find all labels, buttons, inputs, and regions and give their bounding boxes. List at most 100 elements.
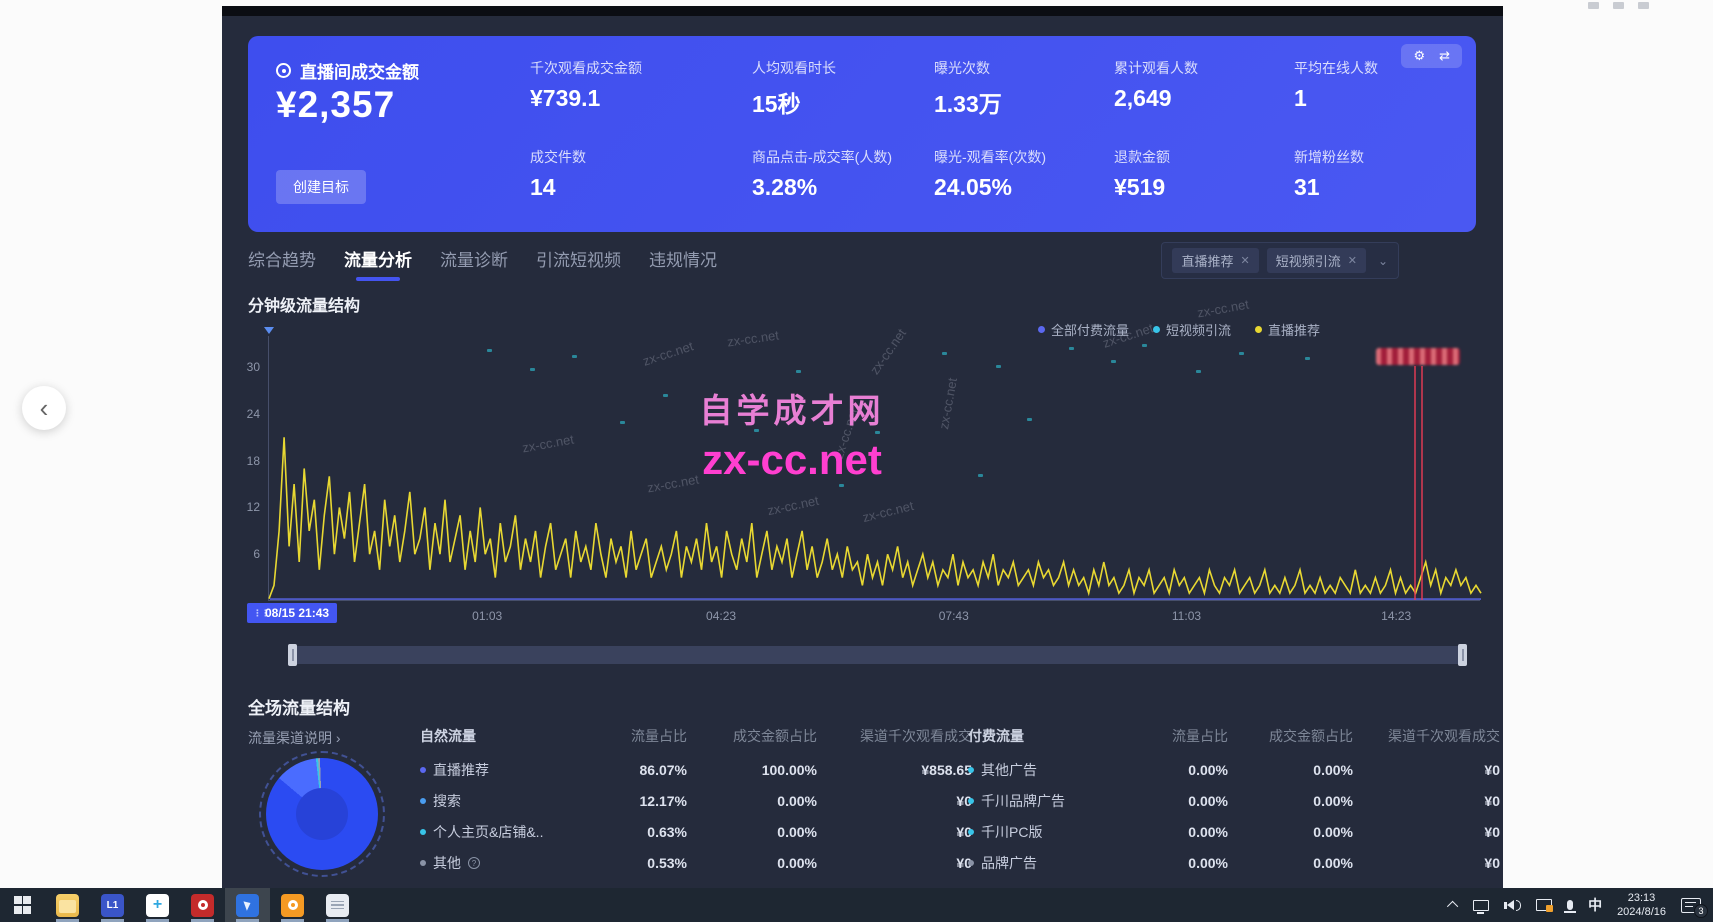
desktop: ‹ 直播间成交金额 ¥2,357 创建目标 千次观看成交金额¥739.1人均观看… — [0, 0, 1713, 922]
kpi-title-row: 直播间成交金额 — [276, 58, 419, 83]
row-value: 0.00% — [687, 824, 817, 840]
volume-icon[interactable] — [1504, 900, 1521, 911]
watermark-title: 自学成才网 — [652, 384, 932, 432]
kpi-metric: 累计观看人数2,649 — [1114, 58, 1294, 119]
row-value: 0.00% — [1128, 793, 1228, 809]
row-label: 搜索 — [433, 791, 461, 811]
kpi-metric-value: 14 — [530, 174, 752, 201]
row-value: ¥0 — [817, 793, 972, 809]
y-axis-tick: 30 — [247, 360, 260, 374]
shortvideo-blip — [1069, 347, 1074, 350]
tab-5[interactable]: 违规情况 — [649, 246, 717, 281]
taskbar-app-plus-button[interactable]: + — [135, 888, 180, 922]
row-dot — [968, 798, 974, 804]
shortvideo-blip — [942, 352, 947, 355]
shortvideo-blip — [1111, 360, 1116, 363]
row-value: ¥0 — [817, 824, 972, 840]
taskbar-app-red-button[interactable] — [180, 888, 225, 922]
row-value: ¥858.65 — [817, 762, 972, 778]
structure-heading: 全场流量结构 — [248, 694, 350, 719]
table-header: 自然流量流量占比成交金额占比渠道千次观看成交 — [420, 726, 972, 746]
taskbar-start-button[interactable] — [0, 888, 45, 922]
kpi-metric-label: 曝光-观看率(次数) — [934, 147, 1114, 167]
chart-zoom-slider[interactable] — [290, 646, 1465, 664]
row-value: ¥0 — [817, 855, 972, 871]
table-title: 付费流量 — [968, 726, 1128, 746]
row-dot — [968, 829, 974, 835]
y-axis-tick: 6 — [253, 547, 260, 561]
windows-start-icon — [14, 896, 32, 914]
axis-pointer-label[interactable]: ⋮⋮ 08/15 21:43 — [247, 603, 337, 623]
table-col-header: 渠道千次观看成交 — [817, 726, 972, 746]
app-orange-icon — [281, 894, 304, 917]
gear-icon[interactable]: ⚙ — [1413, 48, 1425, 64]
kpi-metric-label: 商品点击-成交率(人数) — [752, 147, 934, 167]
notification-icon[interactable]: 3 — [1681, 898, 1701, 913]
slider-left-handle[interactable] — [288, 644, 297, 666]
clock[interactable]: 23:13 2024/8/16 — [1617, 891, 1666, 920]
kpi-metric-value: 15秒 — [752, 85, 934, 119]
chip-close-icon[interactable]: ✕ — [1240, 254, 1249, 267]
taskbar-app-l1-button[interactable]: L1 — [90, 888, 135, 922]
tab-4[interactable]: 引流短视频 — [536, 246, 621, 281]
kpi-metric: 人均观看时长15秒 — [752, 58, 934, 119]
screencast-icon[interactable] — [1536, 899, 1552, 911]
slider-right-handle[interactable] — [1458, 644, 1467, 666]
row-label-cell: 千川品牌广告 — [968, 791, 1128, 811]
kpi-metric: 成交件数14 — [530, 147, 752, 201]
row-value: 0.53% — [592, 855, 687, 871]
kpi-metric-label: 曝光次数 — [934, 58, 1114, 78]
filter-chip[interactable]: 直播推荐✕ — [1172, 248, 1258, 273]
tray-time: 23:13 — [1628, 892, 1656, 904]
natural-traffic-table: 自然流量流量占比成交金额占比渠道千次观看成交直播推荐86.07%100.00%¥… — [420, 726, 972, 888]
kpi-metric-value: 2,649 — [1114, 85, 1294, 112]
chip-close-icon[interactable]: ✕ — [1348, 254, 1357, 267]
create-goal-button[interactable]: 创建目标 — [276, 170, 366, 204]
row-label: 其他 — [433, 853, 461, 873]
x-axis-tick: 01:03 — [472, 609, 502, 623]
chevron-down-icon[interactable]: ⌄ — [1378, 254, 1388, 268]
legend-dot — [1255, 326, 1262, 333]
kpi-metric-value: ¥519 — [1114, 174, 1294, 201]
row-value: 0.00% — [1228, 762, 1353, 778]
kpi-metric: 曝光次数1.33万 — [934, 58, 1114, 119]
filter-chip[interactable]: 短视频引流✕ — [1267, 248, 1366, 273]
row-label: 品牌广告 — [981, 853, 1037, 873]
taskbar-file-explorer-button[interactable] — [45, 888, 90, 922]
microphone-icon[interactable] — [1567, 900, 1573, 910]
axis-top-marker — [264, 327, 274, 334]
info-icon[interactable]: ? — [468, 857, 480, 869]
stream-end-marker-line — [1421, 366, 1423, 600]
ime-indicator[interactable]: 中 — [1588, 895, 1602, 915]
kpi-metric-value: ¥739.1 — [530, 85, 752, 112]
table-title: 自然流量 — [420, 726, 592, 746]
row-label: 直播推荐 — [433, 760, 489, 780]
row-value: 86.07% — [592, 762, 687, 778]
app-red-icon — [191, 894, 214, 917]
network-icon[interactable] — [1473, 900, 1489, 911]
tab-2[interactable]: 流量分析 — [344, 246, 412, 281]
taskbar-notepad-button[interactable] — [315, 888, 360, 922]
notification-badge: 3 — [1694, 904, 1708, 918]
channel-help-link[interactable]: 流量渠道说明 › — [248, 728, 341, 748]
kpi-metric: 曝光-观看率(次数)24.05% — [934, 147, 1114, 201]
app-plus-icon: + — [146, 894, 169, 917]
taskbar-app-pointer-button[interactable] — [225, 888, 270, 922]
shortvideo-blip — [1239, 352, 1244, 355]
tray-chevron-up-icon[interactable] — [1447, 901, 1458, 912]
swap-icon[interactable]: ⇄ — [1439, 48, 1450, 64]
notepad-icon — [326, 894, 349, 917]
row-label-cell: 其他? — [420, 853, 592, 873]
previous-arrow-button[interactable]: ‹ — [22, 386, 66, 430]
row-label-cell: 个人主页&店铺&.. — [420, 822, 592, 842]
tab-3[interactable]: 流量诊断 — [440, 246, 508, 281]
channel-filter-select[interactable]: 直播推荐✕ 短视频引流✕ ⌄ — [1161, 242, 1399, 279]
background-window-icons[interactable] — [1588, 2, 1649, 9]
target-icon — [276, 63, 291, 78]
taskbar-app-orange-button[interactable] — [270, 888, 315, 922]
stream-end-marker-badge — [1376, 348, 1460, 365]
shortvideo-blip — [487, 349, 492, 352]
drag-handle-icon: ⋮⋮ — [253, 608, 259, 619]
legend-dot — [1038, 326, 1045, 333]
tab-1[interactable]: 综合趋势 — [248, 246, 316, 281]
